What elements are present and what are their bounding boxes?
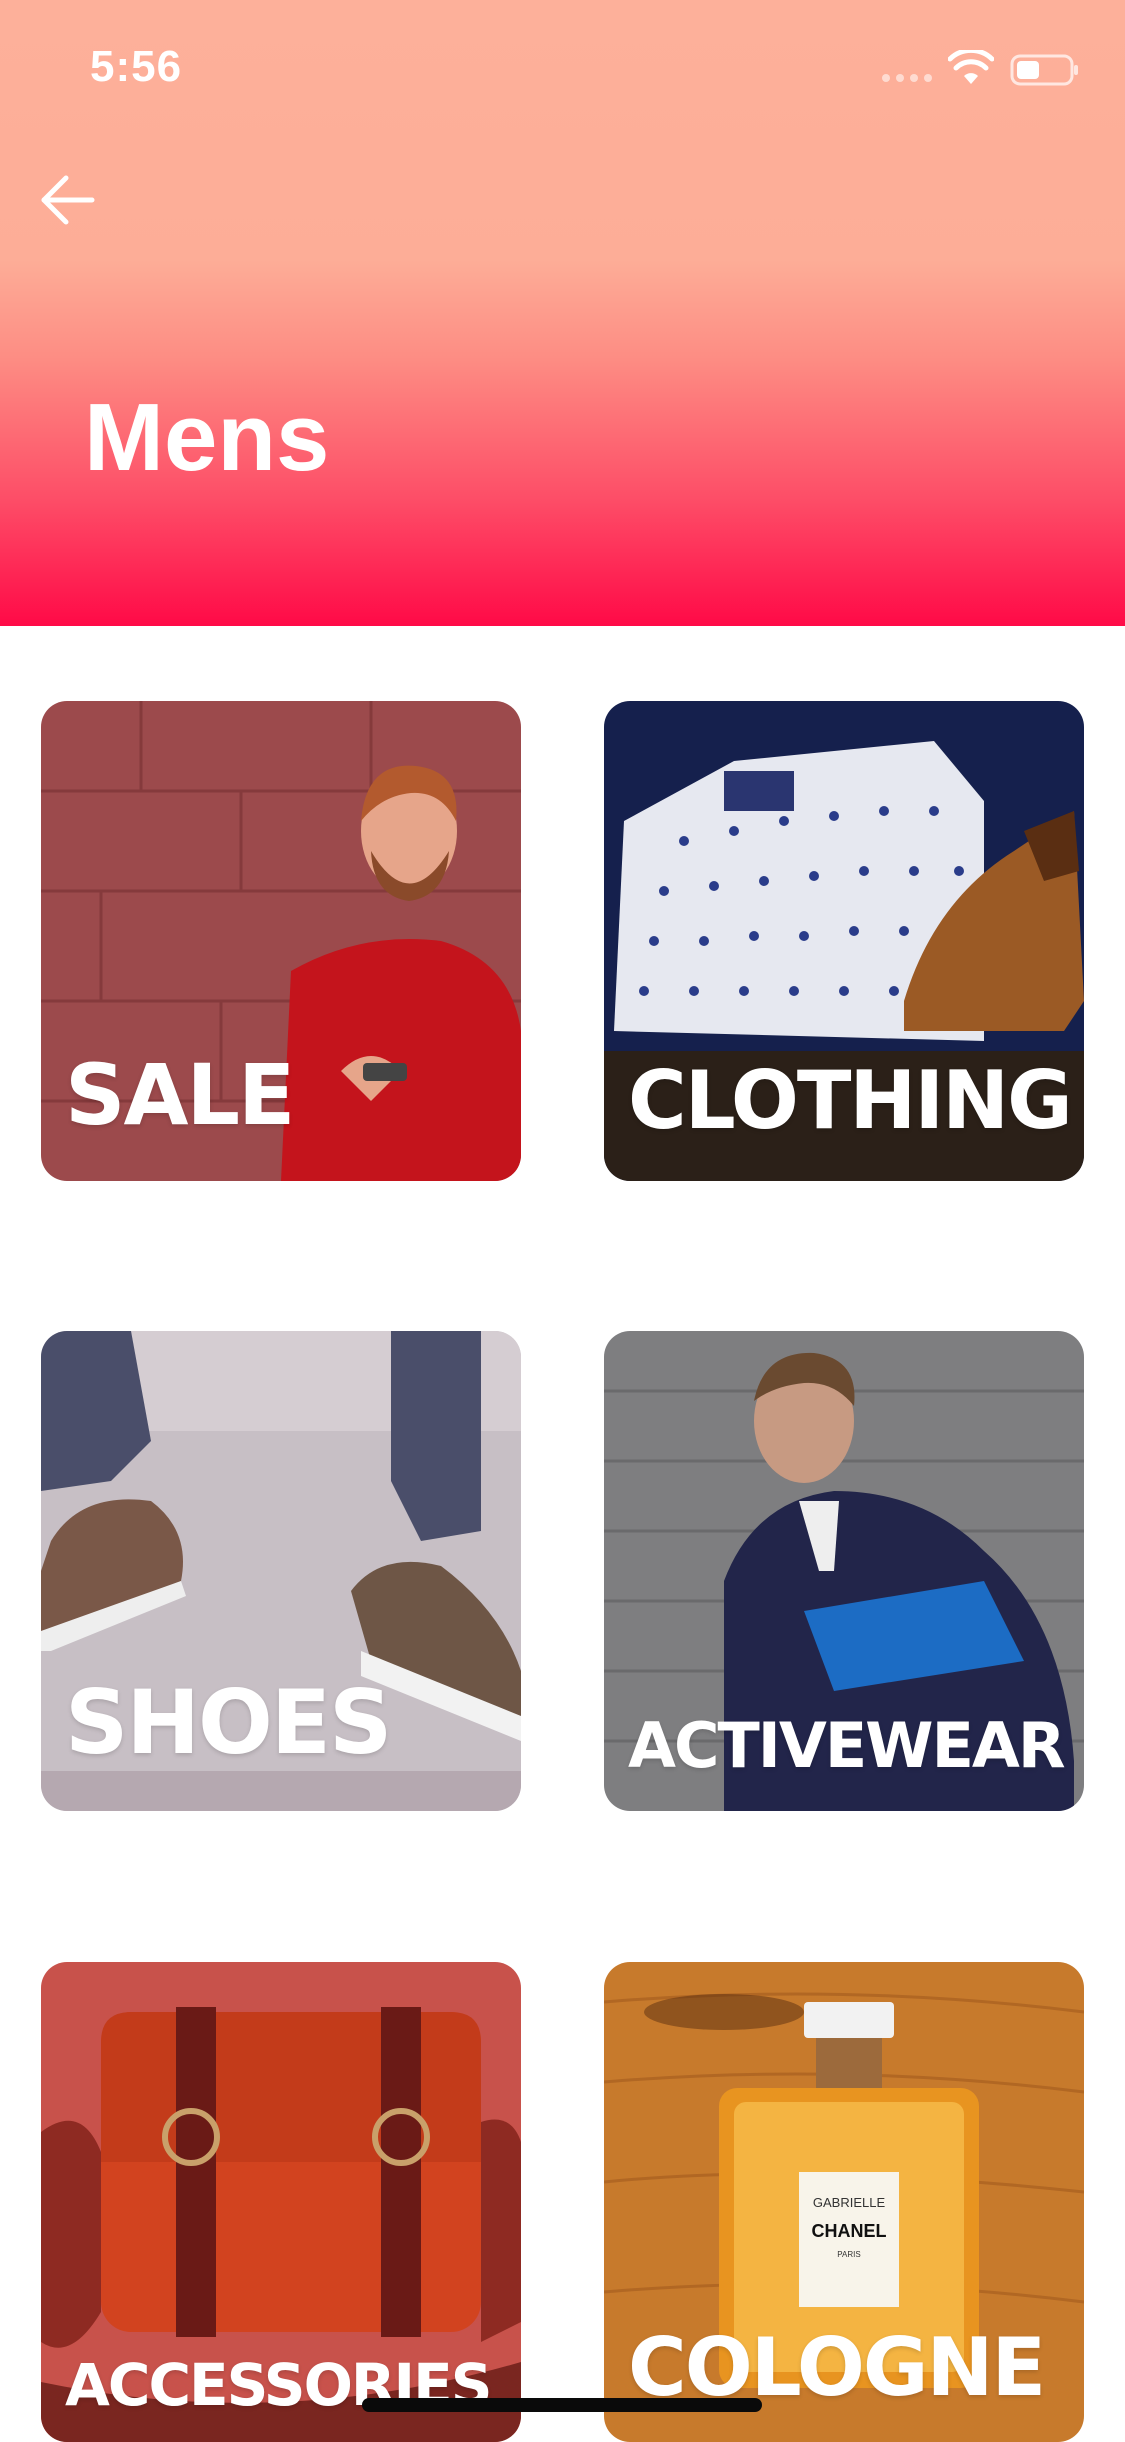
battery-icon <box>1010 54 1078 86</box>
category-label: SHOES <box>65 1671 392 1774</box>
bottle-label-line2: CHANEL <box>812 2221 887 2241</box>
bottle-label-line3: PARIS <box>837 2250 860 2259</box>
category-tile-sale[interactable]: SALE <box>41 701 521 1181</box>
status-time: 5:56 <box>90 42 183 91</box>
home-indicator[interactable] <box>362 2398 762 2412</box>
category-tile-accessories[interactable]: ACCESSORIES <box>41 1962 521 2442</box>
page-title: Mens <box>84 384 330 491</box>
category-label: ACTIVEWEAR <box>628 1709 1066 1782</box>
category-label: CLOTHING <box>628 1054 1073 1147</box>
wifi-icon <box>948 50 994 84</box>
category-tile-cologne[interactable]: GABRIELLE CHANEL PARIS COLOGNE <box>604 1962 1084 2442</box>
category-label: SALE <box>65 1046 295 1144</box>
back-button[interactable] <box>36 168 100 232</box>
cellular-signal-icon <box>882 74 932 82</box>
category-tile-shoes[interactable]: SHOES <box>41 1331 521 1811</box>
category-tile-clothing[interactable]: CLOTHING <box>604 701 1084 1181</box>
arrow-left-icon <box>41 175 95 225</box>
category-tile-activewear[interactable]: ACTIVEWEAR <box>604 1331 1084 1811</box>
header: 5:56 Mens <box>0 0 1125 626</box>
category-label: COLOGNE <box>628 2321 1046 2414</box>
bottle-label-line1: GABRIELLE <box>813 2195 886 2210</box>
